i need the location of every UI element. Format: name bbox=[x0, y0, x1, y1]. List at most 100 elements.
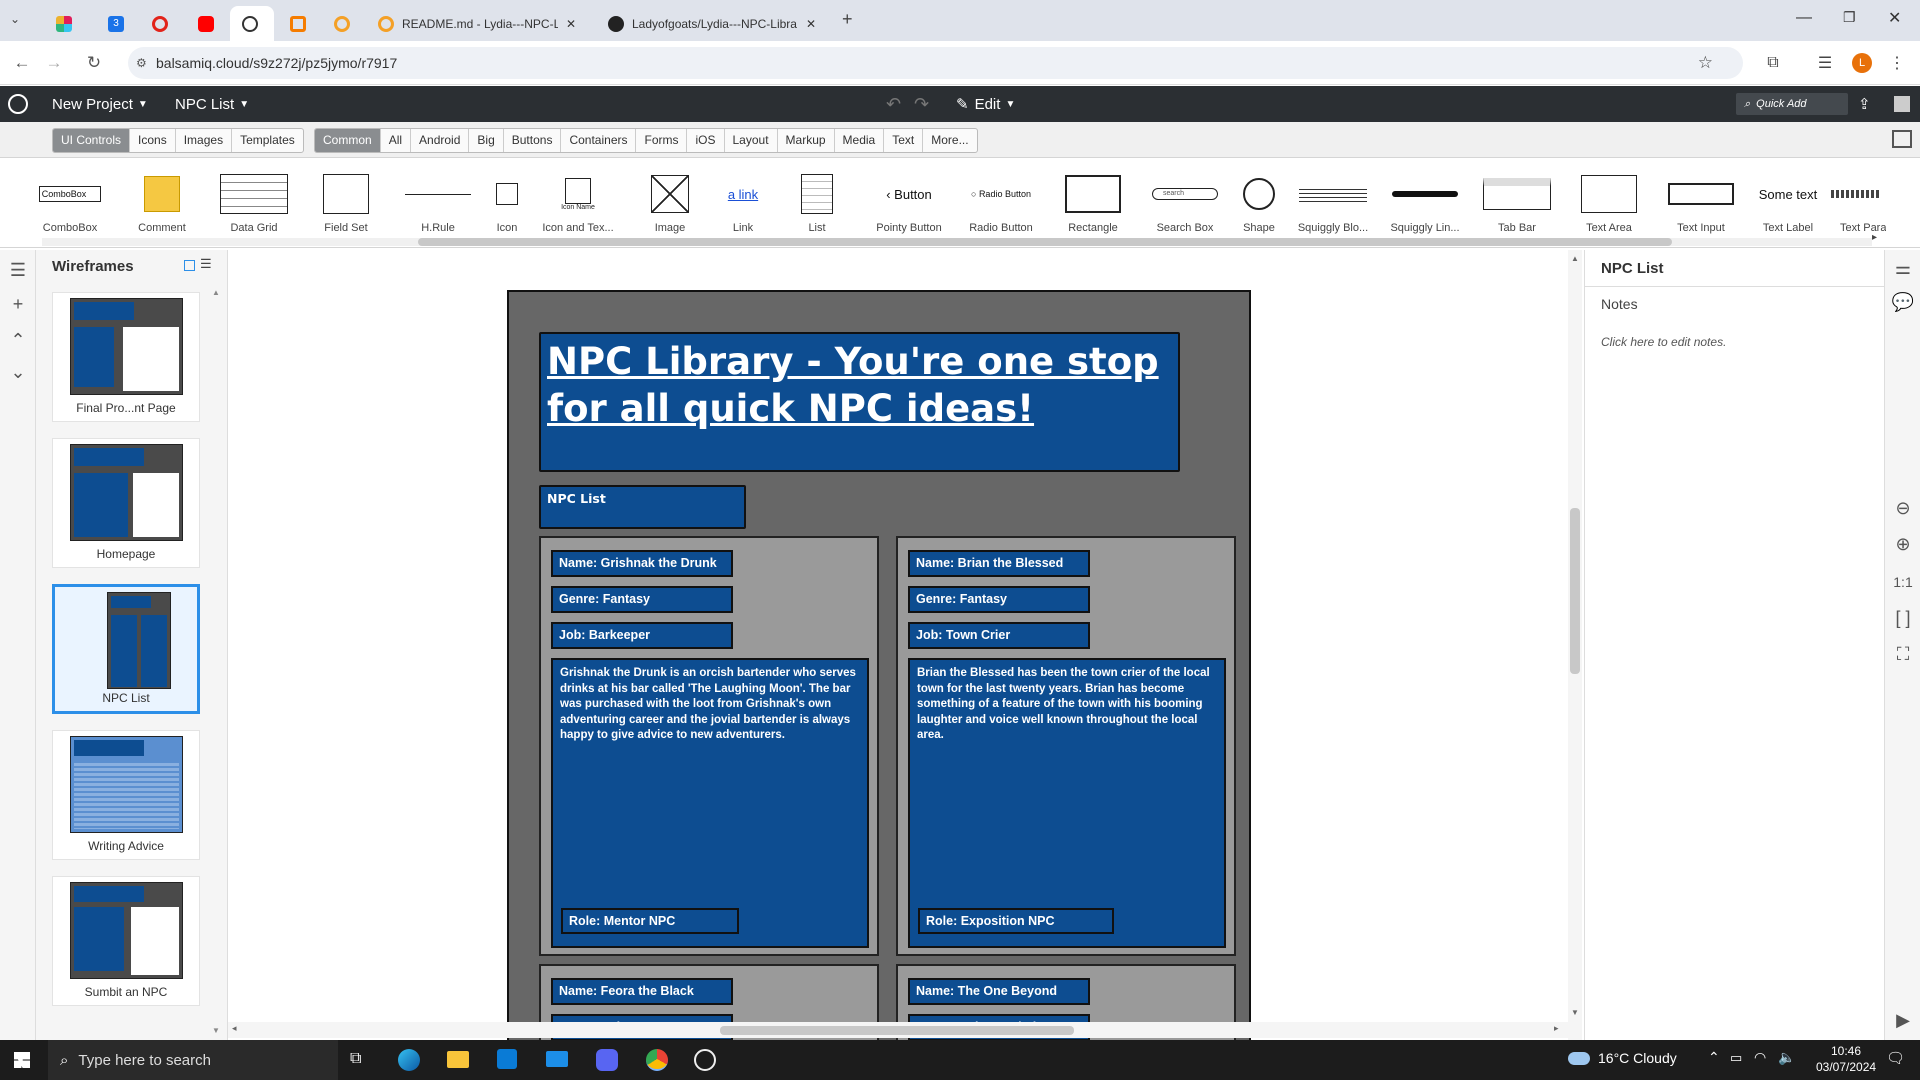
control-text-paragraph[interactable]: Text Para bbox=[1826, 170, 1886, 240]
tab-ui-controls[interactable]: UI Controls bbox=[53, 129, 131, 152]
page-thumbnail-submit-npc[interactable]: Sumbit an NPC bbox=[52, 876, 200, 1006]
microsoft-store-icon[interactable] bbox=[497, 1049, 517, 1069]
tab-calendar[interactable]: 3 bbox=[96, 6, 136, 41]
reading-list-icon[interactable]: ☰ bbox=[1813, 51, 1837, 75]
undo-icon[interactable]: ↶ bbox=[886, 86, 901, 122]
scroll-left-icon[interactable]: ◂ bbox=[232, 1023, 237, 1034]
actual-size-button[interactable]: 1:1 bbox=[1891, 570, 1915, 594]
control-text-label[interactable]: Some text Text Label bbox=[1748, 170, 1828, 240]
npc-card[interactable]: Name: Brian the Blessed Genre: Fantasy J… bbox=[896, 536, 1236, 956]
tab-images[interactable]: Images bbox=[176, 129, 233, 152]
control-pointy-button[interactable]: ‹ Button Pointy Button bbox=[869, 170, 949, 240]
scroll-right-icon[interactable]: ▸ bbox=[1872, 232, 1877, 243]
canvas-horizontal-scrollbar[interactable]: ◂ ▸ bbox=[228, 1022, 1568, 1038]
filter-forms[interactable]: Forms bbox=[636, 129, 688, 152]
tab-app[interactable] bbox=[278, 6, 318, 41]
pages-list-icon[interactable]: ☰ bbox=[6, 258, 30, 282]
reload-icon[interactable]: ↻ bbox=[82, 51, 106, 75]
strip-scrollbar[interactable] bbox=[42, 238, 1872, 246]
zoom-out-icon[interactable]: ⊖ bbox=[1891, 496, 1915, 520]
filter-media[interactable]: Media bbox=[835, 129, 885, 152]
back-icon[interactable]: ← bbox=[10, 51, 34, 75]
horizontal-scrollbar-thumb[interactable] bbox=[720, 1026, 1074, 1035]
window-close-icon[interactable]: ✕ bbox=[1888, 8, 1901, 28]
tray-chevron-icon[interactable]: ⌃ bbox=[1708, 1049, 1720, 1066]
tab-opera[interactable] bbox=[140, 6, 180, 41]
tab-slack[interactable] bbox=[44, 6, 84, 41]
edge-icon[interactable] bbox=[398, 1049, 420, 1071]
inkscape-icon[interactable] bbox=[694, 1049, 716, 1071]
filter-text[interactable]: Text bbox=[884, 129, 924, 152]
forward-icon[interactable]: → bbox=[42, 51, 66, 75]
strip-scrollbar-thumb[interactable] bbox=[418, 238, 1672, 246]
redo-icon[interactable]: ↷ bbox=[914, 86, 929, 122]
panel-scroll-down-icon[interactable]: ▼ bbox=[212, 1026, 220, 1035]
tab-search-icon[interactable]: ⌄ bbox=[10, 12, 20, 26]
filter-ios[interactable]: iOS bbox=[687, 129, 725, 152]
page-header-banner[interactable]: NPC Library - You're one stop for all qu… bbox=[539, 332, 1180, 472]
restore-icon[interactable]: ❐ bbox=[1843, 9, 1856, 26]
control-h-rule[interactable]: H.Rule bbox=[398, 170, 478, 240]
fit-width-icon[interactable]: [ ] bbox=[1891, 606, 1915, 630]
filter-layout[interactable]: Layout bbox=[725, 129, 778, 152]
tab-balsamiq[interactable] bbox=[230, 6, 274, 41]
weather-widget[interactable]: 16°C Cloudy bbox=[1568, 1050, 1677, 1066]
volume-icon[interactable]: 🔈 bbox=[1778, 1049, 1795, 1066]
minimize-icon[interactable]: — bbox=[1796, 9, 1812, 27]
taskbar-search-box[interactable]: ⌕ Type here to search bbox=[48, 1040, 338, 1080]
mail-icon[interactable] bbox=[546, 1051, 568, 1067]
battery-icon[interactable]: ▭ bbox=[1730, 1050, 1742, 1066]
close-icon[interactable]: ✕ bbox=[806, 17, 816, 31]
url-field[interactable]: ⚙ balsamiq.cloud/s9z272j/pz5jymo/r7917 ☆ bbox=[128, 47, 1743, 79]
new-tab-icon[interactable]: + bbox=[842, 9, 853, 30]
editor-canvas[interactable]: NPC Library - You're one stop for all qu… bbox=[228, 250, 1568, 1050]
clock[interactable]: 10:46 03/07/2024 bbox=[1816, 1043, 1876, 1075]
bookmark-star-icon[interactable]: ☆ bbox=[1698, 53, 1713, 73]
control-text-area[interactable]: Text Area bbox=[1569, 170, 1649, 240]
filter-all[interactable]: All bbox=[381, 129, 412, 152]
scroll-right-icon[interactable]: ▸ bbox=[1554, 1023, 1559, 1034]
control-squiggly-block[interactable]: Squiggly Blo... bbox=[1293, 170, 1373, 240]
filter-markup[interactable]: Markup bbox=[778, 129, 835, 152]
task-view-icon[interactable]: ⧉ bbox=[350, 1050, 361, 1068]
control-squiggly-line[interactable]: Squiggly Lin... bbox=[1385, 170, 1465, 240]
control-rectangle[interactable]: Rectangle bbox=[1053, 170, 1133, 240]
control-link[interactable]: a link Link bbox=[703, 170, 783, 240]
panel-scroll-up-icon[interactable]: ▲ bbox=[212, 288, 220, 297]
avatar[interactable]: L bbox=[1850, 51, 1874, 75]
tab-github[interactable]: Ladyofgoats/Lydia---NPC-Libra ✕ bbox=[596, 6, 828, 41]
page-thumbnail-final-product[interactable]: Final Pro...nt Page bbox=[52, 292, 200, 422]
balsamiq-logo[interactable] bbox=[8, 86, 28, 122]
project-menu[interactable]: New Project ▼ bbox=[52, 86, 148, 122]
wifi-icon[interactable]: ◠ bbox=[1754, 1049, 1766, 1066]
scroll-down-icon[interactable]: ▼ bbox=[1571, 1008, 1579, 1017]
npc-card[interactable]: Name: Grishnak the Drunk Genre: Fantasy … bbox=[539, 536, 879, 956]
zoom-in-icon[interactable]: ⊕ bbox=[1891, 532, 1915, 556]
vertical-scrollbar-thumb[interactable] bbox=[1570, 508, 1580, 674]
filter-buttons[interactable]: Buttons bbox=[504, 129, 562, 152]
control-icon[interactable]: Icon bbox=[467, 170, 547, 240]
extensions-icon[interactable]: ⧉ bbox=[1761, 51, 1785, 75]
control-image[interactable]: Image bbox=[630, 170, 710, 240]
tab-icons[interactable]: Icons bbox=[130, 129, 176, 152]
browser-menu-icon[interactable]: ⋮ bbox=[1885, 51, 1909, 75]
move-up-icon[interactable]: ⌃ bbox=[6, 328, 30, 352]
page-thumbnail-homepage[interactable]: Homepage bbox=[52, 438, 200, 568]
file-explorer-icon[interactable] bbox=[447, 1051, 469, 1068]
control-list[interactable]: List bbox=[777, 170, 857, 240]
page-thumbnail-npc-list[interactable]: NPC List bbox=[52, 584, 200, 714]
filter-android[interactable]: Android bbox=[411, 129, 470, 152]
control-combobox[interactable]: ComboBox ComboBox bbox=[30, 170, 110, 240]
mockup-container[interactable]: NPC Library - You're one stop for all qu… bbox=[507, 290, 1251, 1050]
control-tab-bar[interactable]: Tab Bar bbox=[1477, 170, 1557, 240]
filter-more[interactable]: More... bbox=[923, 129, 976, 152]
canvas-vertical-scrollbar[interactable]: ▲ ▼ bbox=[1568, 250, 1582, 1040]
share-icon[interactable]: ⇪ bbox=[1858, 86, 1871, 122]
close-icon[interactable]: ✕ bbox=[566, 17, 576, 31]
control-radio-button[interactable]: ○ Radio Button Radio Button bbox=[961, 170, 1041, 240]
control-search-box[interactable]: search Search Box bbox=[1145, 170, 1225, 240]
properties-icon[interactable]: ⚌ bbox=[1891, 256, 1915, 280]
tab-app-2[interactable] bbox=[322, 6, 362, 41]
notifications-icon[interactable]: 🗨 bbox=[1886, 1049, 1905, 1067]
edit-menu[interactable]: ✎ Edit ▼ bbox=[956, 86, 1015, 122]
